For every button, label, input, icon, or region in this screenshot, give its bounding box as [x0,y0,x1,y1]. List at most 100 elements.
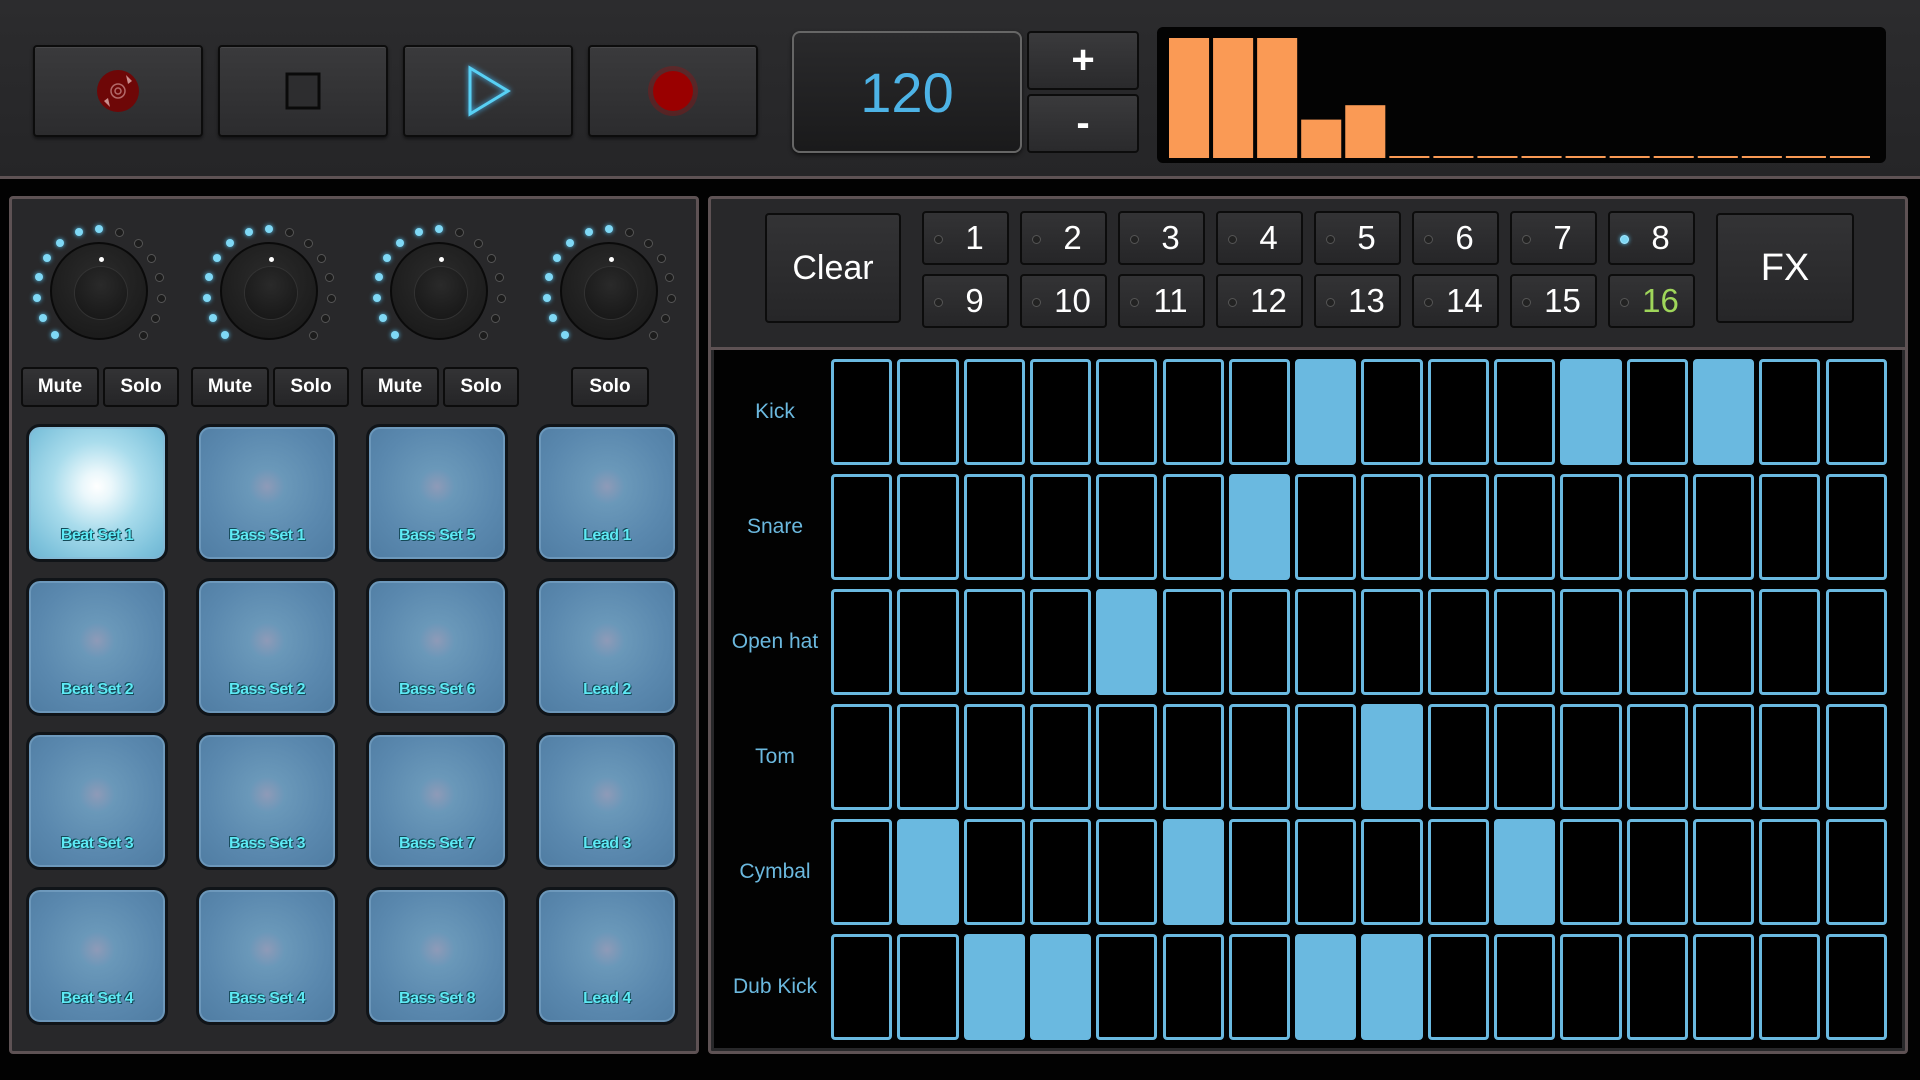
step-cell[interactable] [831,589,893,695]
step-cell[interactable] [1560,704,1622,810]
step-cell[interactable] [1096,819,1158,925]
sample-pad[interactable]: Bass Set 8 [366,887,508,1025]
sample-pad[interactable]: Lead 3 [536,732,678,870]
step-cell[interactable] [1825,589,1887,695]
pattern-button[interactable]: 9 [922,274,1009,328]
step-cell[interactable] [1759,934,1821,1040]
step-cell[interactable] [1825,704,1887,810]
pattern-button[interactable]: 10 [1020,274,1107,328]
step-cell[interactable] [1494,589,1556,695]
pattern-button[interactable]: 3 [1118,211,1205,265]
sample-pad[interactable]: Beat Set 2 [26,578,168,716]
pattern-button[interactable]: 1 [922,211,1009,265]
step-cell[interactable] [1096,589,1158,695]
pattern-button[interactable]: 14 [1412,274,1499,328]
bpm-display[interactable]: 120 [792,31,1022,153]
step-cell[interactable] [1494,934,1556,1040]
step-cell[interactable] [1494,474,1556,580]
step-cell[interactable] [1759,359,1821,465]
step-cell[interactable] [897,819,959,925]
record-button[interactable] [588,45,758,137]
step-cell[interactable] [1692,359,1755,465]
step-cell[interactable] [1494,359,1556,465]
step-cell[interactable] [1228,934,1291,1040]
step-cell[interactable] [1096,359,1158,465]
step-cell[interactable] [831,474,893,580]
step-cell[interactable] [1295,704,1357,810]
step-cell[interactable] [897,474,959,580]
step-cell[interactable] [963,589,1025,695]
step-cell[interactable] [1029,474,1092,580]
step-cell[interactable] [1162,474,1224,580]
step-cell[interactable] [1096,474,1158,580]
step-cell[interactable] [1361,589,1423,695]
step-cell[interactable] [1427,359,1489,465]
step-cell[interactable] [897,704,959,810]
pattern-button[interactable]: 16 [1608,274,1695,328]
clear-button[interactable]: Clear [765,213,901,323]
step-cell[interactable] [1692,934,1755,1040]
sample-pad[interactable]: Beat Set 4 [26,887,168,1025]
step-cell[interactable] [1626,474,1688,580]
step-cell[interactable] [1427,934,1489,1040]
sample-pad[interactable]: Beat Set 3 [26,732,168,870]
volume-knob[interactable] [539,221,679,361]
step-cell[interactable] [831,819,893,925]
step-cell[interactable] [963,704,1025,810]
step-cell[interactable] [1427,819,1489,925]
step-cell[interactable] [1295,474,1357,580]
step-cell[interactable] [1361,934,1423,1040]
pattern-button[interactable]: 8 [1608,211,1695,265]
step-cell[interactable] [963,934,1025,1040]
play-button[interactable] [403,45,573,137]
fx-button[interactable]: FX [1716,213,1854,323]
step-cell[interactable] [831,359,893,465]
pattern-button[interactable]: 12 [1216,274,1303,328]
step-cell[interactable] [1162,934,1224,1040]
step-cell[interactable] [1626,704,1688,810]
sample-pad[interactable]: Bass Set 7 [366,732,508,870]
step-cell[interactable] [1295,819,1357,925]
step-cell[interactable] [1692,474,1755,580]
step-cell[interactable] [1825,934,1887,1040]
step-cell[interactable] [1295,934,1357,1040]
step-cell[interactable] [1494,819,1556,925]
step-cell[interactable] [1228,589,1291,695]
pattern-button[interactable]: 5 [1314,211,1401,265]
mute-button[interactable]: Mute [361,367,439,407]
step-cell[interactable] [1626,934,1688,1040]
pattern-button[interactable]: 2 [1020,211,1107,265]
sample-pad[interactable]: Lead 4 [536,887,678,1025]
step-cell[interactable] [831,934,893,1040]
step-cell[interactable] [1427,474,1489,580]
step-cell[interactable] [1494,704,1556,810]
sample-pad[interactable]: Beat Set 1 [26,424,168,562]
step-cell[interactable] [1626,819,1688,925]
sample-pad[interactable]: Bass Set 3 [196,732,338,870]
step-cell[interactable] [1228,474,1291,580]
step-cell[interactable] [1759,589,1821,695]
step-cell[interactable] [1029,359,1092,465]
volume-knob[interactable] [29,221,169,361]
disc-record-button[interactable] [33,45,203,137]
step-cell[interactable] [1361,819,1423,925]
step-cell[interactable] [1825,474,1887,580]
step-cell[interactable] [1759,474,1821,580]
step-cell[interactable] [1162,589,1224,695]
step-cell[interactable] [1626,359,1688,465]
solo-button[interactable]: Solo [443,367,519,407]
step-cell[interactable] [1560,819,1622,925]
step-cell[interactable] [963,359,1025,465]
sample-pad[interactable]: Lead 1 [536,424,678,562]
step-cell[interactable] [897,359,959,465]
step-cell[interactable] [897,934,959,1040]
step-cell[interactable] [1692,819,1755,925]
step-cell[interactable] [1096,704,1158,810]
volume-knob[interactable] [199,221,339,361]
step-cell[interactable] [1692,704,1755,810]
step-cell[interactable] [1162,819,1224,925]
step-cell[interactable] [963,819,1025,925]
sample-pad[interactable]: Bass Set 6 [366,578,508,716]
step-cell[interactable] [1096,934,1158,1040]
step-cell[interactable] [1560,589,1622,695]
